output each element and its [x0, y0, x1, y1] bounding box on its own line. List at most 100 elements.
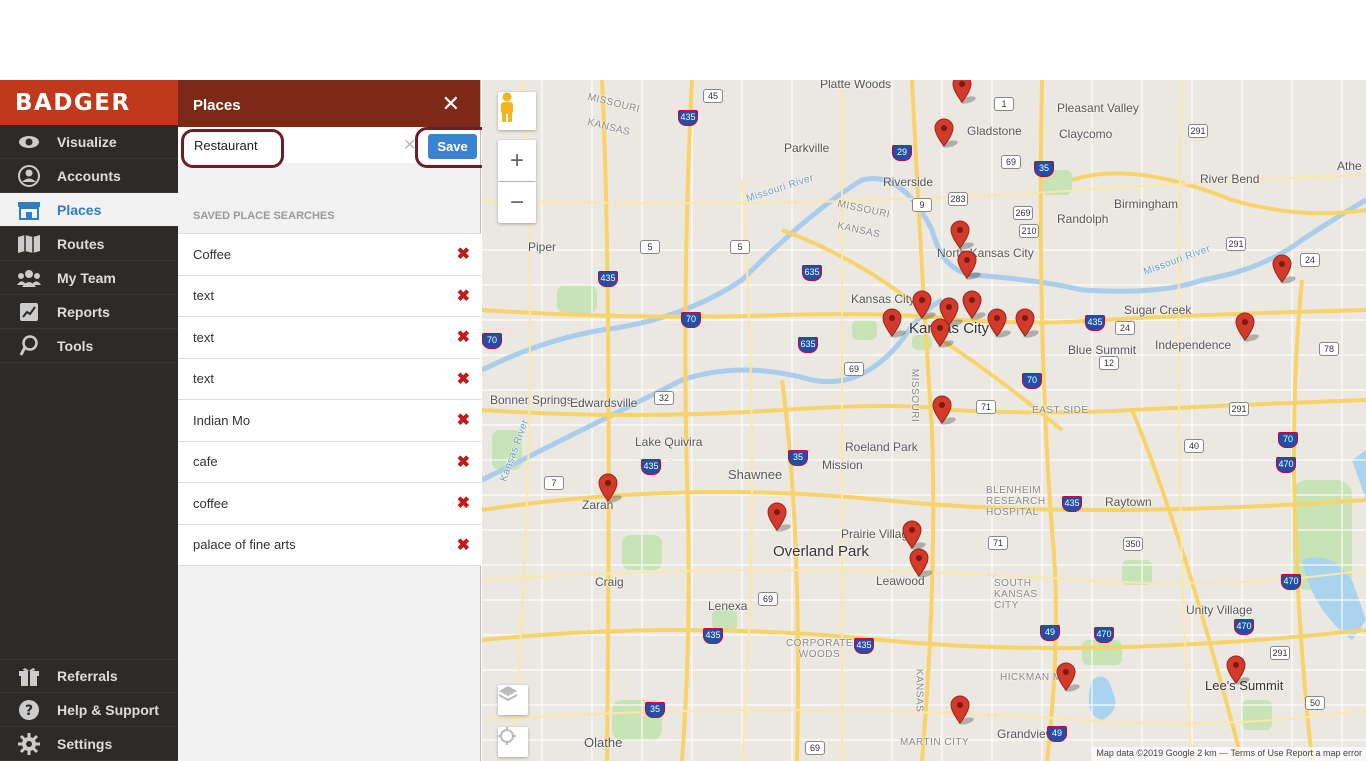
saved-search-item[interactable]: coffee ✖: [178, 483, 481, 525]
place-marker-icon[interactable]: [767, 502, 791, 532]
nav-label: Routes: [57, 235, 105, 252]
saved-search-label: text: [193, 329, 214, 345]
app-window: BADGER Visualize Accounts Places Routes: [0, 80, 1366, 761]
highway-shield: 210: [1019, 224, 1039, 238]
place-marker-icon[interactable]: [909, 548, 933, 578]
delete-icon[interactable]: ✖: [457, 452, 470, 472]
place-marker-icon[interactable]: [934, 118, 958, 148]
delete-icon[interactable]: ✖: [457, 535, 470, 555]
panel-title: Places: [193, 97, 241, 114]
highway-shield: 350: [1123, 537, 1143, 551]
close-icon[interactable]: ✕: [442, 92, 460, 115]
place-marker-icon[interactable]: [932, 395, 956, 425]
place-marker-icon[interactable]: [987, 308, 1011, 338]
street-view-pegman-icon[interactable]: [498, 92, 536, 130]
storefront-icon: [16, 200, 42, 220]
nav-item-visualize[interactable]: Visualize: [0, 125, 178, 159]
place-marker-icon[interactable]: [598, 473, 622, 503]
place-marker-icon[interactable]: [1235, 312, 1259, 342]
place-marker-icon[interactable]: [1015, 308, 1039, 338]
place-marker-icon[interactable]: [1226, 655, 1250, 685]
place-marker-icon[interactable]: [912, 290, 936, 320]
zoom-in-button[interactable]: +: [498, 140, 536, 181]
interstate-shield: 635: [802, 265, 822, 281]
map-label: Sugar Creek: [1124, 303, 1192, 317]
saved-search-item[interactable]: cafe ✖: [178, 442, 481, 483]
place-marker-icon[interactable]: [962, 290, 986, 320]
map-label: Independence: [1155, 338, 1232, 352]
user-circle-icon: [16, 164, 42, 187]
zoom-out-button[interactable]: −: [498, 182, 536, 223]
map-label: BLENHEIM RESEARCH HOSPITAL: [986, 485, 1046, 518]
svg-text:?: ?: [25, 703, 33, 719]
place-marker-icon[interactable]: [930, 318, 954, 348]
nav-item-help-support[interactable]: ? Help & Support: [0, 693, 178, 727]
map-label: Shawnee: [728, 467, 783, 482]
saved-searches-list: Coffee ✖ text ✖ text ✖ text ✖ Indian Mo ✖ caf…: [178, 233, 481, 566]
my-location-icon[interactable]: [498, 727, 528, 757]
map-label: Mission: [822, 458, 863, 472]
delete-icon[interactable]: ✖: [457, 327, 470, 347]
interstate-shield: 35: [645, 702, 665, 718]
saved-search-item[interactable]: text ✖: [178, 317, 481, 359]
nav-item-referrals[interactable]: Referrals: [0, 659, 178, 693]
map-label: SOUTH KANSAS CITY: [994, 578, 1038, 611]
highway-shield: 50: [1305, 696, 1325, 710]
saved-search-item[interactable]: palace of fine arts ✖: [178, 525, 481, 566]
highway-shield: 71: [988, 536, 1008, 550]
place-marker-icon[interactable]: [1272, 254, 1296, 284]
map-label: Bonner Springs: [490, 393, 573, 407]
map-canvas[interactable]: Platte Woods Gladstone Pleasant Valley C…: [482, 80, 1366, 761]
saved-search-item[interactable]: text ✖: [178, 359, 481, 400]
highway-shield: 69: [844, 362, 864, 376]
interstate-shield: 35: [1034, 161, 1054, 177]
nav-item-routes[interactable]: Routes: [0, 227, 178, 261]
layers-icon[interactable]: [498, 685, 528, 715]
highway-shield: 291: [1226, 237, 1246, 251]
delete-icon[interactable]: ✖: [457, 410, 470, 430]
interstate-shield: 435: [854, 638, 874, 654]
nav-item-my-team[interactable]: My Team: [0, 261, 178, 295]
place-marker-icon[interactable]: [957, 250, 981, 280]
map-label: Piper: [528, 240, 557, 254]
interstate-shield: 49: [1047, 726, 1067, 742]
delete-icon[interactable]: ✖: [457, 286, 470, 306]
nav-item-settings[interactable]: Settings: [0, 727, 178, 761]
brand-logo[interactable]: BADGER: [0, 80, 178, 125]
place-marker-icon[interactable]: [1056, 662, 1080, 692]
map-label: HICKMAN M: [1000, 672, 1062, 683]
place-search-input[interactable]: [186, 131, 396, 159]
place-marker-icon[interactable]: [902, 520, 926, 550]
search-row: ✕ Save: [178, 127, 493, 168]
interstate-shield: 29: [892, 145, 912, 161]
map-label: Kansas City: [851, 292, 916, 306]
delete-icon[interactable]: ✖: [457, 493, 470, 513]
place-marker-icon[interactable]: [950, 695, 974, 725]
saved-search-item[interactable]: text ✖: [178, 276, 481, 317]
gear-icon: [16, 732, 42, 755]
delete-icon[interactable]: ✖: [457, 369, 470, 389]
highway-shield: 291: [1270, 646, 1290, 660]
highway-shield: 283: [948, 192, 968, 206]
map-label: Athe: [1337, 159, 1362, 173]
interstate-shield: 49: [1040, 625, 1060, 641]
nav-item-accounts[interactable]: Accounts: [0, 159, 178, 193]
clear-search-icon[interactable]: ✕: [403, 135, 416, 155]
saved-search-label: text: [193, 288, 214, 304]
interstate-shield: 435: [1062, 496, 1082, 512]
saved-search-item[interactable]: Coffee ✖: [178, 234, 481, 276]
delete-icon[interactable]: ✖: [457, 244, 470, 264]
nav-item-reports[interactable]: Reports: [0, 295, 178, 329]
highway-shield: 45: [703, 89, 723, 103]
place-marker-icon[interactable]: [952, 80, 976, 104]
place-marker-icon[interactable]: [882, 308, 906, 338]
map-label: EAST SIDE: [1032, 405, 1089, 416]
nav-item-tools[interactable]: Tools: [0, 329, 178, 363]
nav-item-places[interactable]: Places: [0, 193, 178, 227]
map-label: Grandview: [997, 727, 1055, 741]
chart-icon: [16, 302, 42, 322]
place-marker-icon[interactable]: [950, 220, 974, 250]
saved-search-item[interactable]: Indian Mo ✖: [178, 400, 481, 442]
save-button[interactable]: Save: [428, 134, 477, 159]
map-label: Lenexa: [708, 599, 748, 613]
